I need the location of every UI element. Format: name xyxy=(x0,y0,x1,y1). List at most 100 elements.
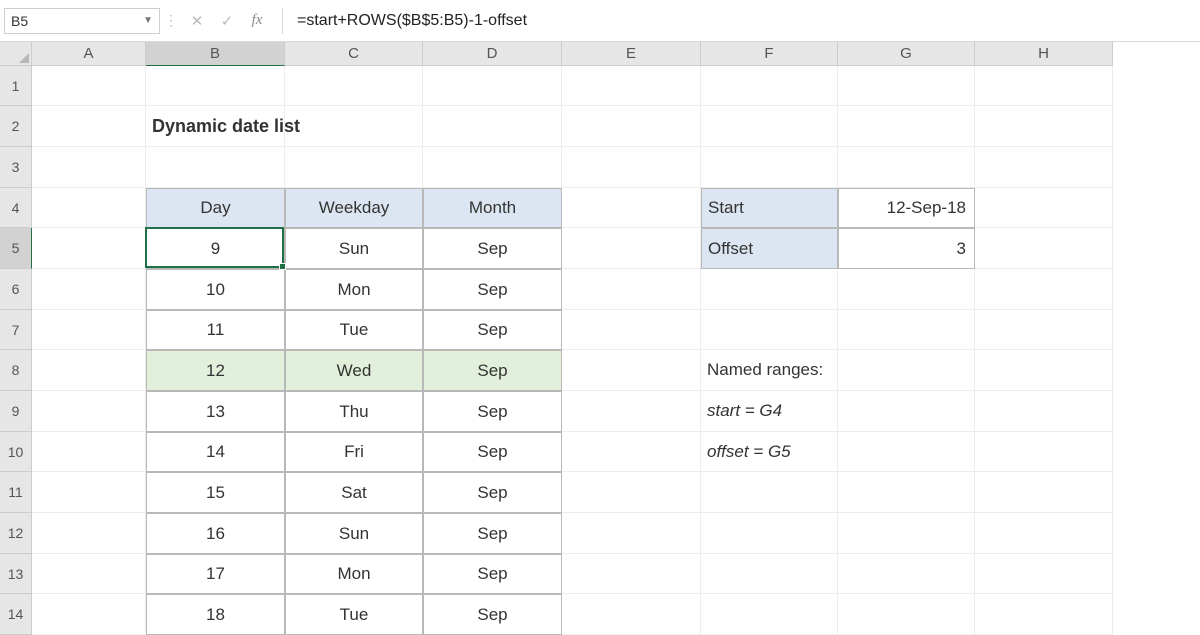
fx-icon[interactable]: fx xyxy=(242,8,272,34)
grid-cell[interactable] xyxy=(562,106,701,147)
col-header-month[interactable]: Month xyxy=(423,188,562,228)
column-header-A[interactable]: A xyxy=(32,42,146,66)
row-header-14[interactable]: 14 xyxy=(0,594,32,635)
cell-month[interactable]: Sep xyxy=(423,594,562,635)
cell-weekday[interactable]: Tue xyxy=(285,594,423,635)
grid-cell[interactable] xyxy=(285,147,423,188)
grid-cell[interactable] xyxy=(32,66,146,106)
grid-cell[interactable] xyxy=(975,391,1113,432)
grid-cell[interactable] xyxy=(562,594,701,635)
row-header-11[interactable]: 11 xyxy=(0,472,32,513)
grid-cell[interactable] xyxy=(701,554,838,594)
column-header-G[interactable]: G xyxy=(838,42,975,66)
grid-cell[interactable] xyxy=(701,147,838,188)
grid-cell[interactable] xyxy=(562,432,701,472)
grid-cell[interactable] xyxy=(701,106,838,147)
grid-cell[interactable] xyxy=(838,147,975,188)
cell-month[interactable]: Sep xyxy=(423,432,562,472)
cell-weekday[interactable]: Mon xyxy=(285,554,423,594)
grid-cell[interactable] xyxy=(838,106,975,147)
grid-cell[interactable] xyxy=(701,594,838,635)
grid-cell[interactable] xyxy=(423,66,562,106)
cell-weekday[interactable]: Sat xyxy=(285,472,423,513)
grid-cell[interactable] xyxy=(838,310,975,350)
grid-cell[interactable] xyxy=(32,594,146,635)
col-header-day[interactable]: Day xyxy=(146,188,285,228)
cell-month[interactable]: Sep xyxy=(423,310,562,350)
cell-month[interactable]: Sep xyxy=(423,350,562,391)
cell-weekday[interactable]: Mon xyxy=(285,269,423,310)
cell-day[interactable]: 14 xyxy=(146,432,285,472)
col-header-weekday[interactable]: Weekday xyxy=(285,188,423,228)
grid-cell[interactable] xyxy=(975,106,1113,147)
grid-cell[interactable] xyxy=(975,513,1113,554)
grid-cell[interactable] xyxy=(838,513,975,554)
grid-cell[interactable] xyxy=(32,228,146,269)
grid-cell[interactable] xyxy=(32,310,146,350)
name-box[interactable]: B5 ▼ xyxy=(4,8,160,34)
grid-cell[interactable] xyxy=(975,554,1113,594)
row-header-9[interactable]: 9 xyxy=(0,391,32,432)
grid-cell[interactable] xyxy=(838,66,975,106)
cell-day[interactable]: 11 xyxy=(146,310,285,350)
cell-weekday[interactable]: Sun xyxy=(285,228,423,269)
column-header-B[interactable]: B xyxy=(146,42,285,66)
grid-cell[interactable] xyxy=(701,513,838,554)
row-header-2[interactable]: 2 xyxy=(0,106,32,147)
grid-cell[interactable] xyxy=(701,66,838,106)
column-header-D[interactable]: D xyxy=(423,42,562,66)
grid-cell[interactable] xyxy=(975,594,1113,635)
grid-cell[interactable] xyxy=(32,554,146,594)
cell-month[interactable]: Sep xyxy=(423,513,562,554)
cell-day[interactable]: 15 xyxy=(146,472,285,513)
cell-month[interactable]: Sep xyxy=(423,472,562,513)
cell-month[interactable]: Sep xyxy=(423,391,562,432)
cell-month[interactable]: Sep xyxy=(423,554,562,594)
grid-cell[interactable] xyxy=(975,66,1113,106)
grid-cell[interactable] xyxy=(562,391,701,432)
row-header-1[interactable]: 1 xyxy=(0,66,32,106)
grid-cell[interactable] xyxy=(562,350,701,391)
grid-cell[interactable] xyxy=(838,594,975,635)
grid-cell[interactable] xyxy=(975,269,1113,310)
row-header-7[interactable]: 7 xyxy=(0,310,32,350)
grid-cell[interactable] xyxy=(146,66,285,106)
cell-day[interactable]: 16 xyxy=(146,513,285,554)
column-header-C[interactable]: C xyxy=(285,42,423,66)
param-start-value[interactable]: 12-Sep-18 xyxy=(838,188,975,228)
grid-cell[interactable] xyxy=(562,554,701,594)
grid-cell[interactable] xyxy=(562,269,701,310)
grid-cell[interactable] xyxy=(562,66,701,106)
name-box-dropdown-icon[interactable]: ▼ xyxy=(143,15,153,26)
select-all-corner[interactable] xyxy=(0,42,32,66)
grid-cell[interactable] xyxy=(146,147,285,188)
grid-cell[interactable] xyxy=(32,472,146,513)
row-header-13[interactable]: 13 xyxy=(0,554,32,594)
grid-cell[interactable] xyxy=(32,391,146,432)
grid-cell[interactable] xyxy=(975,147,1113,188)
param-offset-value[interactable]: 3 xyxy=(838,228,975,269)
grid-cell[interactable] xyxy=(562,228,701,269)
cell-day[interactable]: 12 xyxy=(146,350,285,391)
row-header-8[interactable]: 8 xyxy=(0,350,32,391)
formula-cancel-icon[interactable]: ✕ xyxy=(182,8,212,34)
row-header-10[interactable]: 10 xyxy=(0,432,32,472)
column-header-E[interactable]: E xyxy=(562,42,701,66)
grid-cell[interactable] xyxy=(701,269,838,310)
cell-weekday[interactable]: Fri xyxy=(285,432,423,472)
grid-cell[interactable] xyxy=(32,106,146,147)
grid-cell[interactable] xyxy=(32,513,146,554)
cell-weekday[interactable]: Sun xyxy=(285,513,423,554)
grid-cell[interactable] xyxy=(32,147,146,188)
grid-cell[interactable] xyxy=(975,432,1113,472)
cell-month[interactable]: Sep xyxy=(423,269,562,310)
row-header-4[interactable]: 4 xyxy=(0,188,32,228)
cell-weekday[interactable]: Wed xyxy=(285,350,423,391)
grid-cell[interactable] xyxy=(562,147,701,188)
grid-cell[interactable] xyxy=(562,310,701,350)
param-start-label[interactable]: Start xyxy=(701,188,838,228)
cell-weekday[interactable]: Thu xyxy=(285,391,423,432)
formula-input[interactable]: =start+ROWS($B$5:B5)-1-offset xyxy=(282,8,1200,34)
grid-cell[interactable] xyxy=(838,269,975,310)
row-header-3[interactable]: 3 xyxy=(0,147,32,188)
